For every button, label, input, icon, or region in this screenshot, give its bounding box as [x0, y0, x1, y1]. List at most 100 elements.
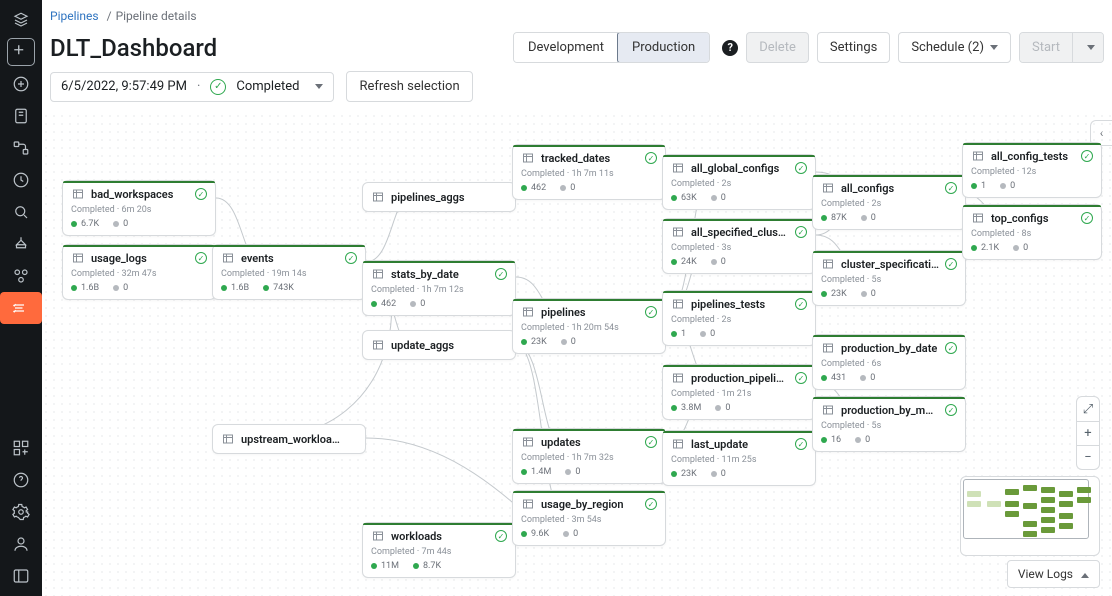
node-production_by_date[interactable]: production_by_date✓ Completed · 6s 4310: [812, 334, 966, 390]
dag-canvas[interactable]: bad_workspaces✓ Completed · 6m 20s 6.7K0…: [42, 112, 1112, 596]
refresh-selection-button[interactable]: Refresh selection: [346, 71, 472, 102]
check-icon: ✓: [945, 404, 957, 416]
node-all_global_configs[interactable]: all_global_configs✓ Completed · 2s 63K0: [662, 154, 816, 210]
check-icon: ✓: [795, 298, 807, 310]
node-events[interactable]: events✓ Completed · 19m 14s 1.6B743K: [212, 244, 366, 300]
node-workloads[interactable]: workloads✓ Completed · 7m 44s 11M8.7K: [362, 522, 516, 578]
table-icon: [71, 251, 85, 265]
main: Pipelines / Pipeline details DLT_Dashboa…: [42, 0, 1112, 596]
node-upstream_workloa[interactable]: upstream_workloa…: [212, 424, 366, 454]
table-icon: [971, 211, 985, 225]
notebook-icon[interactable]: [0, 100, 42, 132]
settings-button[interactable]: Settings: [817, 32, 890, 63]
check-icon: ✓: [945, 258, 957, 270]
check-icon: ✓: [645, 306, 657, 318]
zoom-controls: ⤢ + −: [1076, 396, 1100, 470]
check-icon: ✓: [795, 438, 807, 450]
table-icon: [221, 251, 235, 265]
mode-development[interactable]: Development: [514, 33, 618, 62]
titlebar: DLT_Dashboard Development Production ? D…: [42, 32, 1112, 71]
mode-production[interactable]: Production: [617, 32, 710, 63]
schedule-button[interactable]: Schedule (2): [898, 32, 1011, 63]
page-title: DLT_Dashboard: [50, 34, 217, 62]
node-cluster_specificati[interactable]: cluster_specificati…✓ Completed · 5s 23K…: [812, 250, 966, 306]
check-icon: ✓: [645, 152, 657, 164]
check-icon: ✓: [645, 498, 657, 510]
workflow-icon[interactable]: [0, 132, 42, 164]
run-state: Completed: [236, 79, 299, 94]
check-icon: ✓: [645, 436, 657, 448]
check-icon: ✓: [1081, 212, 1093, 224]
table-icon: [821, 181, 835, 195]
help-icon[interactable]: [0, 464, 42, 496]
node-usage_by_region[interactable]: usage_by_region✓ Completed · 3m 54s 9.6K…: [512, 490, 666, 546]
view-logs-button[interactable]: View Logs: [1007, 560, 1100, 588]
compute-icon[interactable]: [0, 260, 42, 292]
node-all_configs[interactable]: all_configs✓ Completed · 2s 87K0: [812, 174, 966, 230]
node-updates[interactable]: updates✓ Completed · 1h 7m 32s 1.4M0: [512, 428, 666, 484]
node-pipelines[interactable]: pipelines✓ Completed · 1h 20m 54s 23K0: [512, 298, 666, 354]
node-production_pipelin[interactable]: production_pipelin…✓ Completed · 1m 21s …: [662, 364, 816, 420]
node-production_by_mo[interactable]: production_by_mo…✓ Completed · 5s 160: [812, 396, 966, 452]
table-icon: [371, 529, 385, 543]
check-icon: ✓: [795, 226, 807, 238]
table-icon: [821, 257, 835, 271]
check-icon: ✓: [495, 268, 507, 280]
node-pipelines_tests[interactable]: pipelines_tests✓ Completed · 2s 10: [662, 290, 816, 346]
zoom-in-button[interactable]: +: [1077, 421, 1099, 445]
mode-segment: Development Production: [513, 32, 710, 63]
table-icon: [521, 305, 535, 319]
start-caret[interactable]: [1072, 33, 1103, 62]
node-tracked_dates[interactable]: tracked_dates✓ Completed · 1h 7m 11s 462…: [512, 144, 666, 200]
run-status-dropdown[interactable]: 6/5/2022, 9:57:49 PM · ✓ Completed: [50, 72, 334, 102]
check-icon: ✓: [795, 162, 807, 174]
node-all_config_tests[interactable]: all_config_tests✓ Completed · 12s 10: [962, 142, 1102, 198]
zoom-out-button[interactable]: −: [1077, 445, 1099, 469]
node-all_specified_clust[interactable]: all_specified_clust…✓ Completed · 3s 24K…: [662, 218, 816, 274]
node-top_configs[interactable]: top_configs✓ Completed · 8s 2.1K0: [962, 204, 1102, 260]
start-button[interactable]: Start: [1020, 33, 1072, 62]
settings-icon[interactable]: [0, 496, 42, 528]
node-pipelines_aggs[interactable]: pipelines_aggs: [362, 182, 516, 212]
node-last_update[interactable]: last_update✓ Completed · 11m 25s 23K0: [662, 430, 816, 486]
partner-icon[interactable]: [0, 432, 42, 464]
delta-live-tables-icon[interactable]: [0, 292, 42, 324]
node-bad_workspaces[interactable]: bad_workspaces✓ Completed · 6m 20s 6.7K0: [62, 180, 216, 236]
breadcrumb-root[interactable]: Pipelines: [50, 9, 99, 23]
data-icon[interactable]: [0, 228, 42, 260]
table-icon: [671, 225, 685, 239]
breadcrumb: Pipelines / Pipeline details: [42, 0, 1112, 32]
breadcrumb-leaf: Pipeline details: [116, 9, 197, 23]
table-icon: [671, 161, 685, 175]
node-update_aggs[interactable]: update_aggs: [362, 330, 516, 360]
chevron-up-icon: [1081, 567, 1089, 581]
check-icon: ✓: [210, 79, 226, 95]
table-icon: [371, 267, 385, 281]
check-icon: ✓: [945, 182, 957, 194]
check-icon: ✓: [195, 188, 207, 200]
check-icon: ✓: [345, 252, 357, 264]
user-icon[interactable]: [0, 528, 42, 560]
minimap[interactable]: [960, 476, 1100, 556]
search-icon[interactable]: [0, 196, 42, 228]
history-icon[interactable]: [0, 164, 42, 196]
logo-icon[interactable]: [0, 4, 42, 36]
check-icon: ✓: [495, 530, 507, 542]
table-icon: [821, 341, 835, 355]
chevron-down-icon: [309, 79, 323, 94]
table-icon: [521, 151, 535, 165]
panel-icon[interactable]: [0, 560, 42, 592]
mode-help-icon[interactable]: ?: [722, 40, 738, 56]
new-icon[interactable]: [0, 68, 42, 100]
table-icon: [521, 435, 535, 449]
check-icon: ✓: [195, 252, 207, 264]
node-stats_by_date[interactable]: stats_by_date✓ Completed · 1h 7m 12s 462…: [362, 260, 516, 316]
delete-button[interactable]: Delete: [746, 32, 809, 63]
status-toolbar: 6/5/2022, 9:57:49 PM · ✓ Completed Refre…: [42, 71, 1112, 112]
create-icon[interactable]: [0, 36, 42, 68]
table-icon: [671, 437, 685, 451]
table-icon: [521, 497, 535, 511]
fullscreen-button[interactable]: ⤢: [1077, 397, 1099, 421]
node-usage_logs[interactable]: usage_logs✓ Completed · 32m 47s 1.6B0: [62, 244, 216, 300]
table-icon: [971, 149, 985, 163]
